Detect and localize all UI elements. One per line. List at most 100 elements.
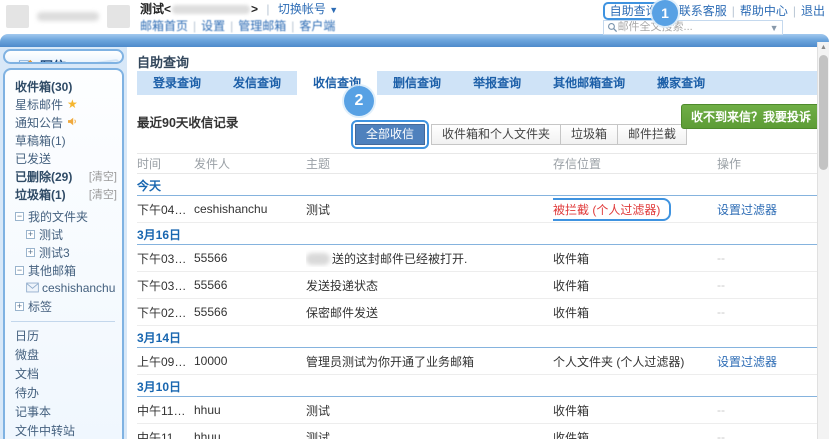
tab-登录查询[interactable]: 登录查询 [137, 71, 217, 95]
folder-label: 草稿箱(1) [15, 132, 66, 149]
query-tabs: 登录查询发信查询收信查询删信查询举报查询其他邮箱查询搬家查询 [137, 71, 823, 95]
sidebar-folder[interactable]: 通知公告 [15, 113, 117, 131]
top-nav-link-4[interactable]: 退出 [801, 4, 825, 18]
filter-收件箱和个人文件夹[interactable]: 收件箱和个人文件夹 [431, 124, 561, 145]
tree-item-label: 测试 [39, 226, 63, 243]
cell-location: 收件箱 [553, 429, 717, 439]
tab-其他邮箱查询[interactable]: 其他邮箱查询 [537, 71, 641, 95]
set-filter-link[interactable]: 设置过滤器 [717, 203, 777, 217]
mail-row: 中午11:27hhuu测试收件箱-- [137, 424, 823, 439]
column-header-发件人: 发件人 [194, 155, 306, 172]
tab-举报查询[interactable]: 举报查询 [457, 71, 537, 95]
tab-搬家查询[interactable]: 搬家查询 [641, 71, 721, 95]
expand-icon[interactable]: + [26, 248, 35, 257]
cell-action: -- [717, 430, 823, 439]
sidebar: 写信收信通讯录 收件箱(30)星标邮件★通知公告草稿箱(1)已发送已删除(29)… [0, 47, 127, 439]
chevron-down-icon: ▼ [329, 5, 338, 15]
top-nav: 自助查询|联系客服|帮助中心|退出 [603, 2, 825, 18]
header-link-4[interactable]: 客户端 [299, 19, 335, 33]
mail-search-box[interactable]: 邮件全文搜索... ▼ [603, 20, 783, 35]
compose-item-写信[interactable]: 写信 [18, 57, 122, 64]
pencil-icon [18, 57, 33, 65]
sidebar-folder[interactable]: 收件箱(30) [15, 77, 117, 95]
account-line: 测试<> | 切换帐号 ▼ [140, 2, 338, 18]
header-right: 自助查询|联系客服|帮助中心|退出 邮件全文搜索... ▼ [603, 2, 825, 35]
logo-area [6, 5, 130, 28]
complain-button[interactable]: 收不到来信？我要投诉 [681, 104, 821, 129]
filter-邮件拦截[interactable]: 邮件拦截 [618, 124, 687, 145]
sidebar-tree-item[interactable]: + 测试 [15, 225, 117, 243]
search-placeholder: 邮件全文搜索... [618, 21, 770, 34]
sidebar-app-文件中转站[interactable]: 文件中转站 [15, 422, 117, 439]
sidebar-app-日历[interactable]: 日历 [15, 327, 117, 346]
tab-删信查询[interactable]: 删信查询 [377, 71, 457, 95]
header-link-3[interactable]: 管理邮箱 [238, 19, 286, 33]
header-link-2[interactable]: 设置 [201, 19, 225, 33]
column-header-存信位置: 存信位置 [553, 155, 717, 172]
sidebar-folder[interactable]: 已删除(29)[清空] [15, 167, 117, 185]
column-header-主题: 主题 [306, 155, 553, 172]
column-header-操作: 操作 [717, 155, 823, 172]
cell-action: -- [717, 251, 823, 265]
top-nav-link-1[interactable]: 自助查询 [610, 4, 658, 18]
top-nav-link-2[interactable]: 联系客服 [679, 4, 727, 18]
separator: | [230, 19, 233, 33]
tree-item-label: 其他邮箱 [28, 262, 76, 279]
redacted-logo-text [37, 12, 99, 21]
folder-panel: 收件箱(30)星标邮件★通知公告草稿箱(1)已发送已删除(29)[清空]垃圾箱(… [3, 68, 124, 439]
set-filter-link[interactable]: 设置过滤器 [717, 355, 777, 369]
sidebar-folder[interactable]: 垃圾箱(1)[清空] [15, 185, 117, 203]
cell-sender: 55566 [194, 251, 306, 265]
filter-垃圾箱[interactable]: 垃圾箱 [561, 124, 618, 145]
folder-label: 收件箱(30) [15, 78, 72, 95]
search-dropdown-icon[interactable]: ▼ [770, 23, 779, 33]
expand-icon[interactable]: + [15, 302, 24, 311]
header-link-1[interactable]: 邮箱首页 [140, 19, 188, 33]
mail-row: 中午11:32hhuu测试收件箱-- [137, 397, 823, 424]
sidebar-tree-item[interactable]: ceshishanchu [15, 279, 117, 297]
sidebar-app-记事本[interactable]: 记事本 [15, 403, 117, 422]
group-date-label: 3月10日 [137, 380, 181, 394]
cell-location: 被拦截 (个人过滤器) [553, 198, 717, 221]
collapse-icon[interactable]: − [15, 266, 24, 275]
cell-subject: 保密邮件发送 [306, 304, 553, 321]
separator: | [193, 19, 196, 33]
no-action-dash: -- [717, 251, 725, 265]
sidebar-app-微盘[interactable]: 微盘 [15, 346, 117, 365]
sidebar-folder[interactable]: 已发送 [15, 149, 117, 167]
group-date-label: 今天 [137, 179, 161, 193]
cell-sender: hhuu [194, 430, 306, 439]
sidebar-app-待办[interactable]: 待办 [15, 384, 117, 403]
cell-subject: 测试 [306, 429, 553, 439]
sidebar-tree-item[interactable]: −我的文件夹 [15, 207, 117, 225]
cell-action: -- [717, 305, 823, 319]
main-content: 自助查询 登录查询发信查询收信查询删信查询举报查询其他邮箱查询搬家查询 最近90… [127, 47, 829, 439]
logo-placeholder [6, 5, 29, 28]
empty-folder-link[interactable]: [清空] [89, 168, 117, 184]
expand-icon[interactable]: + [26, 230, 35, 239]
annotation-box-all-mail: 全部收信 [351, 120, 429, 149]
sidebar-tree-item[interactable]: +测试3 [15, 243, 117, 261]
scrollbar-thumb[interactable] [819, 55, 828, 170]
filter-全部收信[interactable]: 全部收信 [355, 124, 425, 145]
group-date-label: 3月16日 [137, 228, 181, 242]
switch-account-link[interactable]: 切换帐号 ▼ [278, 2, 338, 16]
scrollbar[interactable]: ▲ [817, 42, 829, 439]
tab-发信查询[interactable]: 发信查询 [217, 71, 297, 95]
cell-location: 收件箱 [553, 250, 717, 267]
scroll-up-icon[interactable]: ▲ [818, 42, 829, 53]
account-name-suffix: > [251, 2, 258, 16]
top-nav-link-3[interactable]: 帮助中心 [740, 4, 788, 18]
sidebar-app-文档[interactable]: 文档 [15, 365, 117, 384]
sidebar-tree-item[interactable]: −其他邮箱 [15, 261, 117, 279]
annotation-box-intercepted: 被拦截 (个人过滤器) [553, 198, 671, 221]
sidebar-folder[interactable]: 草稿箱(1) [15, 131, 117, 149]
collapse-icon[interactable]: − [15, 212, 24, 221]
cell-sender: 10000 [194, 354, 306, 368]
sidebar-folder[interactable]: 星标邮件★ [15, 95, 117, 113]
empty-folder-link[interactable]: [清空] [89, 186, 117, 202]
tree-item-label: 我的文件夹 [28, 208, 88, 225]
sidebar-tree-item[interactable]: +标签 [15, 297, 117, 315]
annotation-step-1-badge: 1 [652, 0, 678, 26]
cell-time: 下午03:25 [137, 250, 194, 267]
